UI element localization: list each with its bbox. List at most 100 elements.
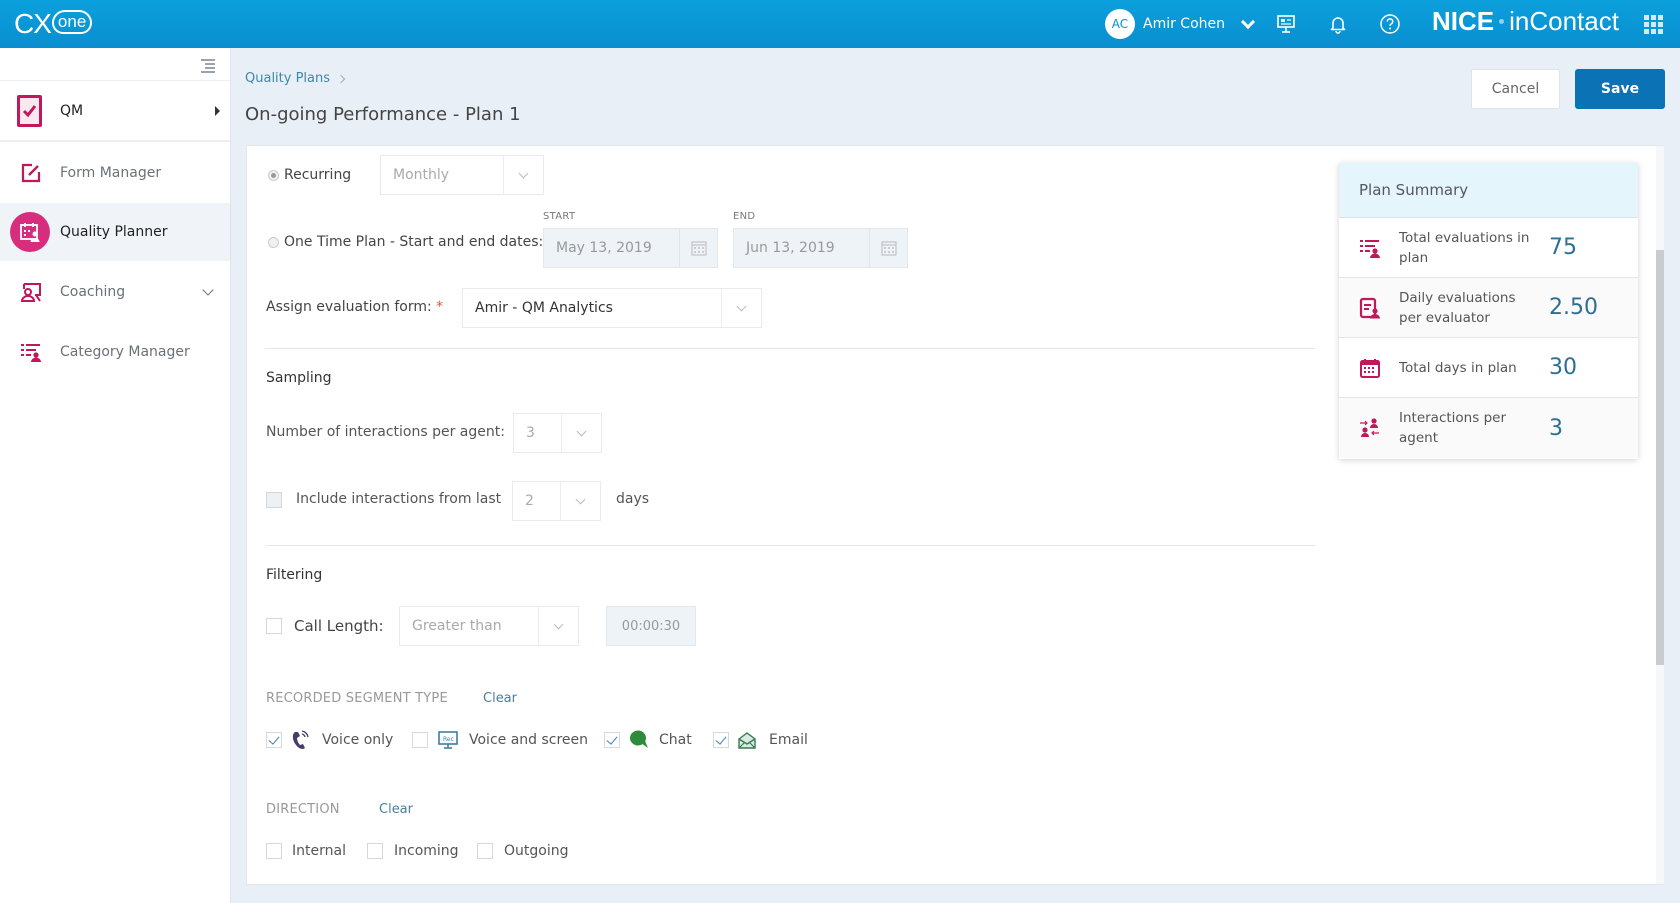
end-date-input[interactable]: Jun 13, 2019 [733, 228, 908, 268]
top-header: CX one AC Amir Cohen NICE inContact [0, 0, 1680, 48]
interactions-per-agent-label: Number of interactions per agent: [266, 424, 505, 440]
sidebar-item-label: Category Manager [60, 344, 190, 360]
caret-right-icon [215, 105, 220, 116]
edit-form-icon [18, 160, 44, 186]
voice-and-screen-checkbox[interactable] [412, 732, 428, 748]
sidebar-item-category-manager[interactable]: Category Manager [0, 323, 230, 381]
breadcrumb: Quality Plans [245, 71, 346, 86]
sidebar-item-coaching[interactable]: Coaching [0, 263, 230, 321]
page-title: On-going Performance - Plan 1 [245, 104, 521, 125]
end-date-value: Jun 13, 2019 [746, 240, 835, 256]
start-date-input[interactable]: May 13, 2019 [543, 228, 718, 268]
brand-incontact: inContact [1509, 6, 1619, 36]
user-menu[interactable]: AC Amir Cohen [1105, 9, 1256, 39]
chevron-down-icon [202, 284, 214, 296]
summary-row: Interactions per agent 3 [1339, 398, 1638, 458]
section-divider [265, 348, 1315, 349]
summary-label: Daily evaluations per evaluator [1399, 289, 1516, 326]
save-button[interactable]: Save [1575, 69, 1665, 109]
recurring-label: Recurring [284, 167, 352, 183]
days-label: days [616, 491, 650, 507]
call-length-label: Call Length: [294, 617, 384, 635]
chat-checkbox[interactable] [604, 732, 620, 748]
include-days-select[interactable]: 2 [512, 481, 601, 521]
presentation-icon[interactable] [1274, 12, 1298, 36]
bell-icon[interactable] [1326, 12, 1350, 36]
segment-clear-link[interactable]: Clear [483, 691, 517, 706]
one-time-plan-radio[interactable] [268, 237, 279, 248]
include-days-value: 2 [525, 493, 534, 509]
apps-grid-icon[interactable] [1644, 15, 1663, 34]
summary-row: Daily evaluations per evaluator 2.50 [1339, 278, 1638, 338]
evaluation-form-select[interactable]: Amir - QM Analytics [462, 288, 762, 328]
voice-only-label: Voice only [322, 732, 394, 748]
logo-main-text: CX [14, 8, 52, 39]
direction-clear-link[interactable]: Clear [379, 802, 413, 817]
brand-nice: NICE [1432, 6, 1495, 36]
collapse-sidebar-icon[interactable] [197, 58, 215, 73]
include-interactions-checkbox[interactable] [266, 492, 282, 508]
summary-row: Total evaluations in plan 75 [1339, 218, 1638, 278]
brand-dot [1499, 19, 1505, 24]
chevron-down-icon [560, 482, 600, 520]
assign-form-label: Assign evaluation form: * [266, 299, 443, 315]
summary-row: Total days in plan 30 [1339, 338, 1638, 398]
calendar-icon[interactable] [679, 229, 717, 267]
call-length-checkbox[interactable] [266, 618, 282, 634]
call-length-time-input[interactable]: 00:00:30 [606, 606, 696, 646]
nice-incontact-logo: NICE inContact [1432, 6, 1619, 37]
agents-exchange-icon [1359, 417, 1381, 439]
calendar-person-icon [10, 212, 50, 252]
call-length-operator-select[interactable]: Greater than [399, 606, 579, 646]
chevron-down-icon [538, 607, 578, 645]
internal-checkbox[interactable] [266, 843, 282, 859]
chevron-right-icon [336, 74, 346, 83]
interactions-per-agent-select[interactable]: 3 [513, 413, 602, 453]
plan-summary-panel: Plan Summary Total evaluations in plan 7… [1339, 163, 1638, 459]
summary-value: 75 [1549, 235, 1577, 260]
recurrence-select[interactable]: Monthly [380, 155, 544, 195]
email-label: Email [769, 732, 808, 748]
voice-only-checkbox[interactable] [266, 732, 282, 748]
screen-recording-icon: Rec [438, 731, 458, 753]
voice-and-screen-label: Voice and screen [469, 732, 589, 748]
chat-icon [629, 729, 649, 753]
clipboard-person-icon [1359, 297, 1381, 319]
summary-label: Total evaluations in plan [1399, 229, 1530, 266]
sidebar-item-qm[interactable]: QM [0, 80, 230, 142]
sidebar-item-quality-planner[interactable]: Quality Planner [0, 203, 230, 261]
incoming-checkbox[interactable] [367, 843, 383, 859]
recurrence-value: Monthly [393, 167, 450, 183]
internal-label: Internal [292, 843, 346, 859]
email-checkbox[interactable] [713, 732, 729, 748]
sidebar: QM Form Manager Quality Planner Coaching… [0, 48, 231, 903]
email-icon [738, 731, 756, 753]
list-person-icon [1359, 237, 1381, 259]
recurring-radio[interactable] [268, 170, 279, 181]
cxone-logo[interactable]: CX one [14, 6, 93, 42]
calendar-icon[interactable] [869, 229, 907, 267]
breadcrumb-quality-plans[interactable]: Quality Plans [245, 71, 330, 86]
phone-icon [291, 730, 309, 754]
help-icon[interactable] [1378, 12, 1402, 36]
summary-value: 2.50 [1549, 295, 1598, 320]
filtering-title: Filtering [266, 567, 323, 583]
chevron-down-icon [1240, 14, 1256, 29]
user-name: Amir Cohen [1143, 16, 1226, 32]
chevron-down-icon [561, 414, 601, 452]
scrollbar-thumb[interactable] [1656, 250, 1664, 665]
sidebar-item-form-manager[interactable]: Form Manager [0, 144, 230, 202]
sidebar-item-label: QM [60, 102, 84, 119]
cancel-button[interactable]: Cancel [1471, 69, 1560, 109]
required-mark: * [436, 299, 444, 315]
sidebar-item-label: Form Manager [60, 165, 162, 181]
incoming-label: Incoming [394, 843, 459, 859]
summary-label: Total days in plan [1399, 359, 1517, 376]
summary-value: 3 [1549, 415, 1563, 441]
outgoing-checkbox[interactable] [477, 843, 493, 859]
plan-summary-title: Plan Summary [1339, 163, 1638, 218]
summary-label: Interactions per agent [1399, 410, 1506, 446]
segment-type-title: RECORDED SEGMENT TYPE [266, 691, 448, 706]
evaluation-form-value: Amir - QM Analytics [475, 300, 613, 316]
interactions-per-agent-value: 3 [526, 425, 535, 441]
